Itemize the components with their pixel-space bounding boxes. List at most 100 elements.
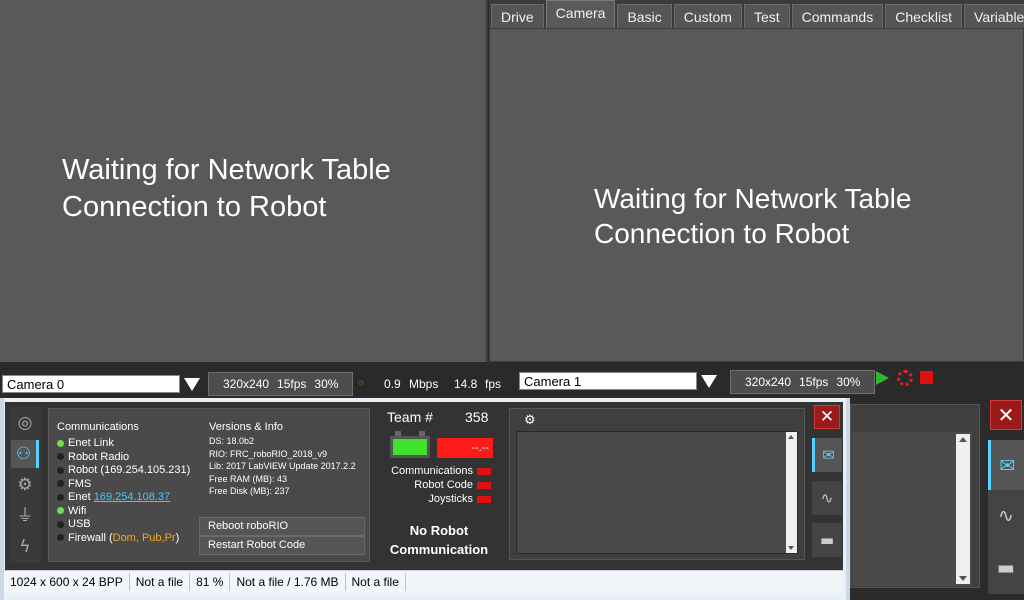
communication-icon[interactable]: ⚇	[11, 440, 39, 468]
camera-right-select[interactable]: Camera 1	[519, 372, 697, 390]
background-close-icon[interactable]: ✕	[990, 400, 1022, 430]
free-ram: Free RAM (MB): 43	[209, 473, 288, 484]
record-icon[interactable]	[897, 370, 913, 386]
steering-wheel-icon[interactable]: ◎	[11, 409, 39, 437]
status-indicator-icon	[477, 495, 491, 503]
background-chart-icon[interactable]: ∿	[988, 490, 1024, 542]
camera-right-view: Waiting for Network Table Connection to …	[489, 28, 1024, 362]
status-led-icon	[57, 466, 64, 474]
tab-drive[interactable]: Drive	[491, 4, 544, 28]
reboot-roborio-button[interactable]: Reboot roboRIO	[199, 517, 365, 536]
status-image-size: 1024 x 600 x 24 BPP	[4, 573, 130, 591]
communications-title: Communications	[57, 421, 139, 433]
status-communications-label: Communications	[391, 465, 473, 477]
scroll-up-icon[interactable]	[959, 437, 967, 442]
tab-commands[interactable]: Commands	[791, 4, 884, 28]
versions-list: DS: 18.0b2 RIO: FRC_roboRIO_2018_v9 Lib:…	[209, 435, 356, 498]
tab-custom[interactable]: Custom	[673, 4, 742, 28]
scroll-up-icon[interactable]	[788, 435, 794, 439]
team-status-area: Team # 358 --.-- Communications Robot Co…	[378, 408, 503, 560]
comm-usb: USB	[57, 518, 190, 532]
status-led-icon	[57, 453, 64, 461]
tab-camera[interactable]: Camera	[545, 0, 616, 28]
comm-robot-label: Robot (169.254.105.231)	[68, 464, 191, 476]
camera-left-waiting-text: Waiting for Network Table Connection to …	[62, 152, 391, 226]
camera-left-waiting-line2: Connection to Robot	[62, 191, 327, 223]
scroll-down-icon[interactable]	[788, 546, 794, 550]
version-ds: DS: 18.0b2	[209, 436, 255, 446]
status-led-icon	[57, 439, 64, 447]
restart-robot-code-button[interactable]: Restart Robot Code	[199, 536, 365, 555]
team-number: 358	[465, 409, 489, 425]
stop-icon[interactable]	[920, 371, 933, 384]
no-robot-line2: Communication	[389, 542, 489, 557]
comm-wifi-label: Wifi	[68, 504, 87, 517]
camera-left-select[interactable]: Camera 0	[2, 375, 180, 393]
comm-enet-link: Enet Link	[57, 437, 190, 451]
status-file-1: Not a file	[130, 573, 191, 591]
tab-basic[interactable]: Basic	[617, 4, 672, 28]
comm-firewall-value: Dom, Pub,Pr	[112, 531, 176, 544]
status-joysticks-label: Joysticks	[428, 493, 473, 505]
status-led-icon	[57, 480, 64, 488]
stream-fps-value: 14.8	[454, 377, 478, 391]
comm-robot-radio: Robot Radio	[57, 451, 190, 465]
camera-right-settings[interactable]: 320x240 15fps 30%	[730, 370, 876, 394]
camera-right-waiting-text: Waiting for Network Table Connection to …	[594, 181, 911, 251]
status-indicator-icon	[477, 481, 491, 489]
usb-icon[interactable]: ⏚	[11, 502, 39, 530]
status-file-size: Not a file / 1.76 MB	[230, 573, 346, 591]
comm-usb-label: USB	[68, 518, 91, 530]
camera-right-waiting-line1: Waiting for Network Table	[594, 183, 912, 214]
dashboard-root: Waiting for Network Table Connection to …	[0, 0, 1024, 600]
comm-robot: Robot (169.254.105.231)	[57, 464, 190, 478]
message-settings-gear-icon[interactable]: ⚙	[524, 413, 536, 428]
camera-left-dropdown-arrow-icon[interactable]	[184, 378, 200, 391]
background-window-icon[interactable]: ▬	[988, 542, 1024, 594]
status-led-icon	[57, 534, 64, 542]
tab-test[interactable]: Test	[743, 4, 790, 28]
status-joysticks: Joysticks	[428, 493, 491, 505]
enet-ip-link[interactable]: 169.254.108.37	[94, 491, 170, 503]
tab-variables[interactable]: Variables	[964, 4, 1024, 28]
message-panel: ⚙	[509, 408, 805, 560]
comm-firewall-close: )	[175, 531, 180, 544]
status-led-icon	[57, 520, 64, 528]
message-scrollbar[interactable]	[786, 432, 797, 553]
mail-icon[interactable]: ✉	[812, 438, 842, 472]
team-label: Team #	[387, 409, 433, 425]
power-icon[interactable]: ϟ	[11, 533, 39, 561]
free-disk: Free Disk (MB): 237	[209, 486, 290, 496]
close-icon[interactable]: ✕	[814, 405, 840, 429]
versions-title: Versions & Info	[209, 421, 283, 433]
no-robot-line1: No Robot	[409, 523, 469, 538]
scroll-down-icon[interactable]	[959, 576, 967, 581]
status-led-icon	[57, 507, 64, 515]
status-robot-code-label: Robot Code	[414, 479, 473, 491]
play-icon[interactable]	[876, 371, 889, 385]
gear-icon[interactable]: ⚙	[11, 471, 39, 499]
message-box[interactable]	[516, 431, 798, 554]
camera-left-quality: 30%	[314, 377, 339, 391]
status-robot-code: Robot Code	[414, 479, 491, 491]
tab-bar: Drive Camera Basic Custom Test Commands …	[489, 0, 1024, 28]
camera-right-waiting-line2: Connection to Robot	[594, 218, 850, 249]
camera-left-resolution: 320x240	[223, 377, 270, 391]
no-robot-communication-text: No Robot Communication	[378, 521, 500, 559]
comm-firewall-label: Firewall (	[68, 531, 113, 544]
background-message-box	[852, 432, 972, 586]
background-message-scrollbar[interactable]	[956, 434, 970, 584]
tab-checklist[interactable]: Checklist	[885, 4, 963, 28]
comm-robot-radio-label: Robot Radio	[68, 450, 130, 463]
background-mail-icon[interactable]: ✉	[988, 440, 1024, 492]
camera-left-fps: 15fps	[277, 377, 307, 391]
camera-right-resolution: 320x240	[745, 375, 792, 389]
camera-left-settings[interactable]: 320x240 15fps 30%	[208, 372, 354, 396]
camera-right-dropdown-arrow-icon[interactable]	[701, 375, 717, 388]
chart-icon[interactable]: ∿	[812, 481, 842, 515]
version-lib: Lib: 2017 LabVIEW Update 2017.2.2	[209, 461, 356, 471]
window-icon[interactable]: ▬	[812, 523, 842, 557]
comm-enet-label: Enet	[68, 491, 91, 503]
diagnostics-panel: Communications Enet Link Robot Radio Rob…	[48, 408, 370, 562]
status-zoom: 81 %	[190, 573, 231, 591]
